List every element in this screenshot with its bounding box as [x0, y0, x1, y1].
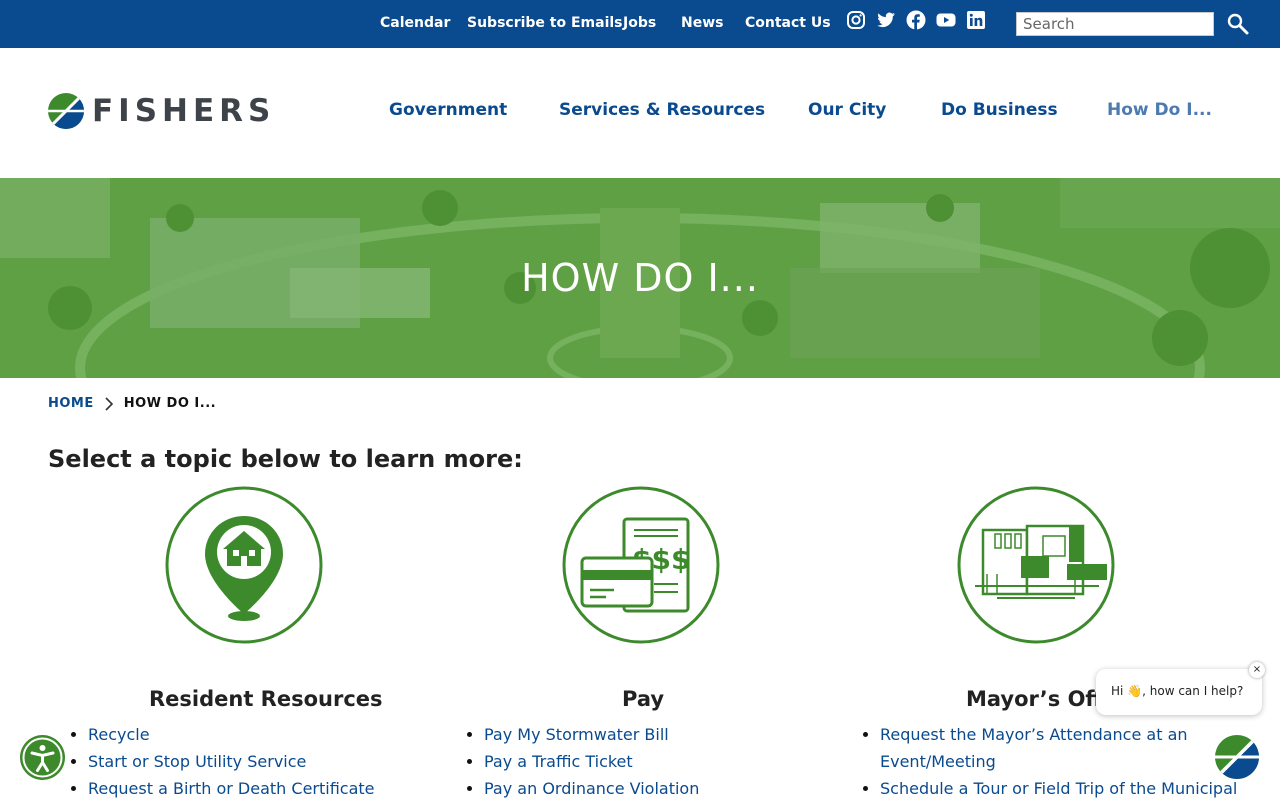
- nav-do-business[interactable]: Do Business: [941, 100, 1058, 120]
- topic-links-pay: Pay My Stormwater Bill Pay a Traffic Tic…: [464, 721, 699, 800]
- contact-us-link[interactable]: Contact Us: [745, 15, 831, 31]
- logo-wordmark: FISHERS: [92, 93, 276, 129]
- bill-and-credit-card-icon[interactable]: $$$: [562, 486, 720, 644]
- utility-bar: Calendar Subscribe to Emails Jobs News C…: [0, 0, 1280, 48]
- breadcrumb: HOME HOW DO I...: [48, 396, 216, 411]
- chevron-right-icon: [105, 396, 113, 411]
- link-schedule-tour[interactable]: Schedule a Tour or Field Trip of the Mun…: [880, 779, 1237, 798]
- instagram-icon[interactable]: [846, 10, 866, 30]
- search-input[interactable]: [1016, 12, 1214, 36]
- linkedin-icon[interactable]: [966, 10, 986, 30]
- link-pay-ordinance-violation[interactable]: Pay an Ordinance Violation: [484, 779, 699, 798]
- nav-our-city[interactable]: Our City: [808, 100, 886, 120]
- topic-links-mayors-office: Request the Mayor’s Attendance at an Eve…: [860, 721, 1240, 800]
- fishers-chat-logo-icon: [1213, 733, 1261, 781]
- nav-government[interactable]: Government: [389, 100, 507, 120]
- link-mayor-attendance-request[interactable]: Request the Mayor’s Attendance at an Eve…: [880, 725, 1188, 771]
- list-item: Recycle: [88, 721, 375, 748]
- link-recycle[interactable]: Recycle: [88, 725, 150, 744]
- list-item: Schedule a Tour or Field Trip of the Mun…: [880, 775, 1240, 800]
- list-item: Pay an Ordinance Violation: [484, 775, 699, 800]
- topic-links-resident-resources: Recycle Start or Stop Utility Service Re…: [68, 721, 375, 800]
- chat-greeting-bubble[interactable]: Hi 👋, how can I help?: [1096, 669, 1262, 715]
- topic-title-pay: Pay: [622, 687, 665, 711]
- fishers-logo[interactable]: FISHERS: [48, 92, 275, 130]
- youtube-icon[interactable]: [936, 10, 956, 30]
- chat-close-button[interactable]: ×: [1249, 662, 1265, 678]
- subscribe-emails-link[interactable]: Subscribe to Emails: [467, 15, 623, 31]
- topic-title-resident-resources: Resident Resources: [149, 687, 383, 711]
- chat-launcher-button[interactable]: [1213, 733, 1261, 781]
- nav-how-do-i[interactable]: How Do I...: [1107, 100, 1212, 120]
- calendar-link[interactable]: Calendar: [380, 15, 450, 31]
- link-pay-stormwater-bill[interactable]: Pay My Stormwater Bill: [484, 725, 669, 744]
- accessibility-button[interactable]: [20, 735, 65, 780]
- nav-services-resources[interactable]: Services & Resources: [559, 100, 765, 120]
- facebook-icon[interactable]: [906, 10, 926, 30]
- list-item: Pay a Traffic Ticket: [484, 748, 699, 775]
- hero-title: HOW DO I...: [521, 256, 759, 300]
- jobs-link[interactable]: Jobs: [623, 15, 656, 31]
- breadcrumb-current: HOW DO I...: [123, 396, 217, 411]
- fishers-logo-mark-icon: [48, 93, 84, 129]
- list-item: Start or Stop Utility Service: [88, 748, 375, 775]
- hero-banner: HOW DO I...: [0, 178, 1280, 378]
- link-birth-death-certificate[interactable]: Request a Birth or Death Certificate: [88, 779, 375, 798]
- link-pay-traffic-ticket[interactable]: Pay a Traffic Ticket: [484, 752, 633, 771]
- page-intro-heading: Select a topic below to learn more:: [48, 445, 523, 473]
- link-utility-service[interactable]: Start or Stop Utility Service: [88, 752, 306, 771]
- accessibility-person-icon: [22, 737, 63, 778]
- list-item: Request the Mayor’s Attendance at an Eve…: [880, 721, 1240, 775]
- news-link[interactable]: News: [681, 15, 723, 31]
- search-icon[interactable]: [1226, 12, 1250, 36]
- twitter-icon[interactable]: [876, 10, 896, 30]
- home-location-pin-icon[interactable]: [165, 486, 323, 644]
- list-item: Request a Birth or Death Certificate: [88, 775, 375, 800]
- breadcrumb-home-link[interactable]: HOME: [48, 396, 94, 411]
- site-header: FISHERS Government Services & Resources …: [0, 48, 1280, 178]
- list-item: Pay My Stormwater Bill: [484, 721, 699, 748]
- municipal-buildings-icon[interactable]: [957, 486, 1115, 644]
